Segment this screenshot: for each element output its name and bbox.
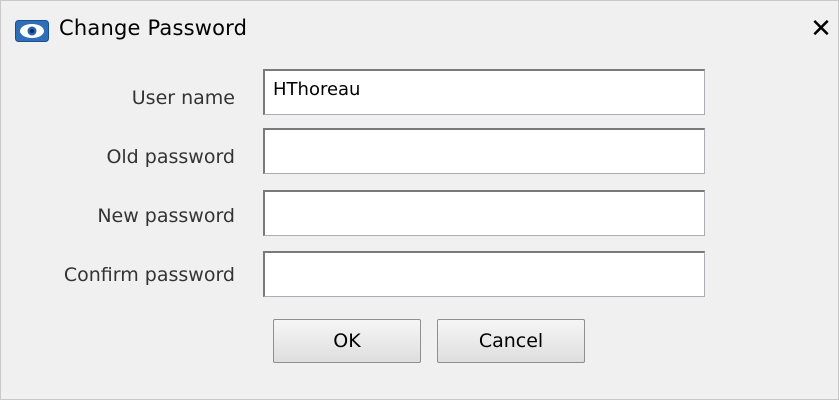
new-password-input[interactable]	[263, 190, 705, 236]
old-password-label: Old password	[106, 146, 235, 168]
change-password-dialog: Change Password ✕ User name Old password…	[0, 0, 839, 400]
confirm-password-input[interactable]	[263, 251, 705, 297]
ok-button[interactable]: OK	[273, 319, 421, 363]
new-password-label: New password	[97, 205, 235, 227]
user-name-input[interactable]	[263, 69, 705, 115]
title-bar: Change Password ✕	[1, 1, 838, 61]
confirm-password-label: Confirm password	[63, 264, 235, 286]
window-title: Change Password	[59, 16, 248, 40]
old-password-input[interactable]	[263, 128, 705, 174]
user-name-label: User name	[131, 87, 235, 109]
close-icon: ✕	[810, 14, 832, 44]
close-button[interactable]: ✕	[805, 14, 837, 44]
cancel-button[interactable]: Cancel	[437, 319, 585, 363]
eye-icon	[15, 20, 49, 42]
